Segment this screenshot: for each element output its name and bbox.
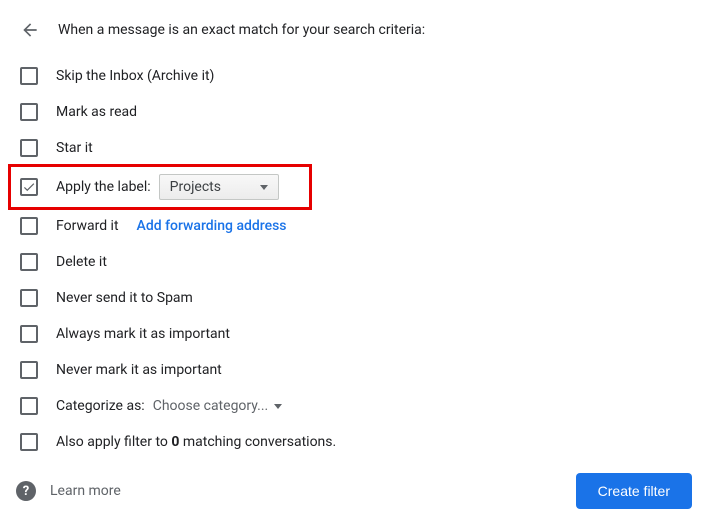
dropdown-apply-label-value: Projects bbox=[170, 179, 221, 195]
label-always-important: Always mark it as important bbox=[56, 326, 230, 342]
dropdown-categorize-value: Choose category... bbox=[153, 398, 269, 414]
label-never-spam: Never send it to Spam bbox=[56, 290, 193, 306]
label-mark-read: Mark as read bbox=[56, 104, 137, 120]
also-apply-suffix: matching conversations. bbox=[179, 434, 336, 450]
checkbox-forward[interactable] bbox=[20, 217, 38, 235]
option-always-important: Always mark it as important bbox=[16, 316, 692, 352]
checkbox-categorize[interactable] bbox=[20, 397, 38, 415]
label-never-important: Never mark it as important bbox=[56, 362, 222, 378]
checkbox-never-important[interactable] bbox=[20, 361, 38, 379]
option-forward: Forward it Add forwarding address bbox=[16, 208, 692, 244]
link-add-forwarding[interactable]: Add forwarding address bbox=[137, 218, 287, 234]
checkbox-mark-read[interactable] bbox=[20, 103, 38, 121]
learn-more-link[interactable]: Learn more bbox=[50, 483, 121, 499]
label-categorize: Categorize as: bbox=[56, 398, 145, 414]
page-title: When a message is an exact match for you… bbox=[58, 22, 425, 38]
label-skip-inbox: Skip the Inbox (Archive it) bbox=[56, 68, 214, 84]
label-apply-label: Apply the label: bbox=[56, 179, 151, 195]
option-star: Star it bbox=[16, 130, 692, 166]
checkbox-skip-inbox[interactable] bbox=[20, 67, 38, 85]
checkbox-delete[interactable] bbox=[20, 253, 38, 271]
option-never-important: Never mark it as important bbox=[16, 352, 692, 388]
checkbox-always-important[interactable] bbox=[20, 325, 38, 343]
label-forward: Forward it bbox=[56, 218, 119, 234]
dropdown-categorize[interactable]: Choose category... bbox=[153, 398, 283, 414]
checkbox-also-apply[interactable] bbox=[20, 433, 38, 451]
checkbox-never-spam[interactable] bbox=[20, 289, 38, 307]
option-mark-read: Mark as read bbox=[16, 94, 692, 130]
create-filter-button[interactable]: Create filter bbox=[576, 473, 692, 509]
chevron-down-icon bbox=[260, 185, 268, 190]
also-apply-prefix: Also apply filter to bbox=[56, 434, 171, 450]
option-delete: Delete it bbox=[16, 244, 692, 280]
filter-header: When a message is an exact match for you… bbox=[16, 20, 692, 40]
label-star: Star it bbox=[56, 140, 93, 156]
option-categorize: Categorize as: Choose category... bbox=[16, 388, 692, 424]
option-never-spam: Never send it to Spam bbox=[16, 280, 692, 316]
option-also-apply: Also apply filter to 0 matching conversa… bbox=[16, 424, 692, 460]
footer-left: ? Learn more bbox=[16, 481, 121, 501]
option-skip-inbox: Skip the Inbox (Archive it) bbox=[16, 58, 692, 94]
checkbox-apply-label[interactable] bbox=[20, 178, 38, 196]
checkbox-star[interactable] bbox=[20, 139, 38, 157]
help-icon[interactable]: ? bbox=[16, 481, 36, 501]
dropdown-apply-label[interactable]: Projects bbox=[159, 174, 279, 200]
option-apply-label: Apply the label: Projects bbox=[16, 166, 692, 208]
label-also-apply: Also apply filter to 0 matching conversa… bbox=[56, 434, 336, 450]
footer: ? Learn more Create filter bbox=[16, 473, 692, 509]
chevron-down-icon bbox=[274, 404, 282, 409]
back-arrow-icon[interactable] bbox=[20, 20, 40, 40]
filter-options-list: Skip the Inbox (Archive it) Mark as read… bbox=[16, 58, 692, 460]
label-delete: Delete it bbox=[56, 254, 107, 270]
